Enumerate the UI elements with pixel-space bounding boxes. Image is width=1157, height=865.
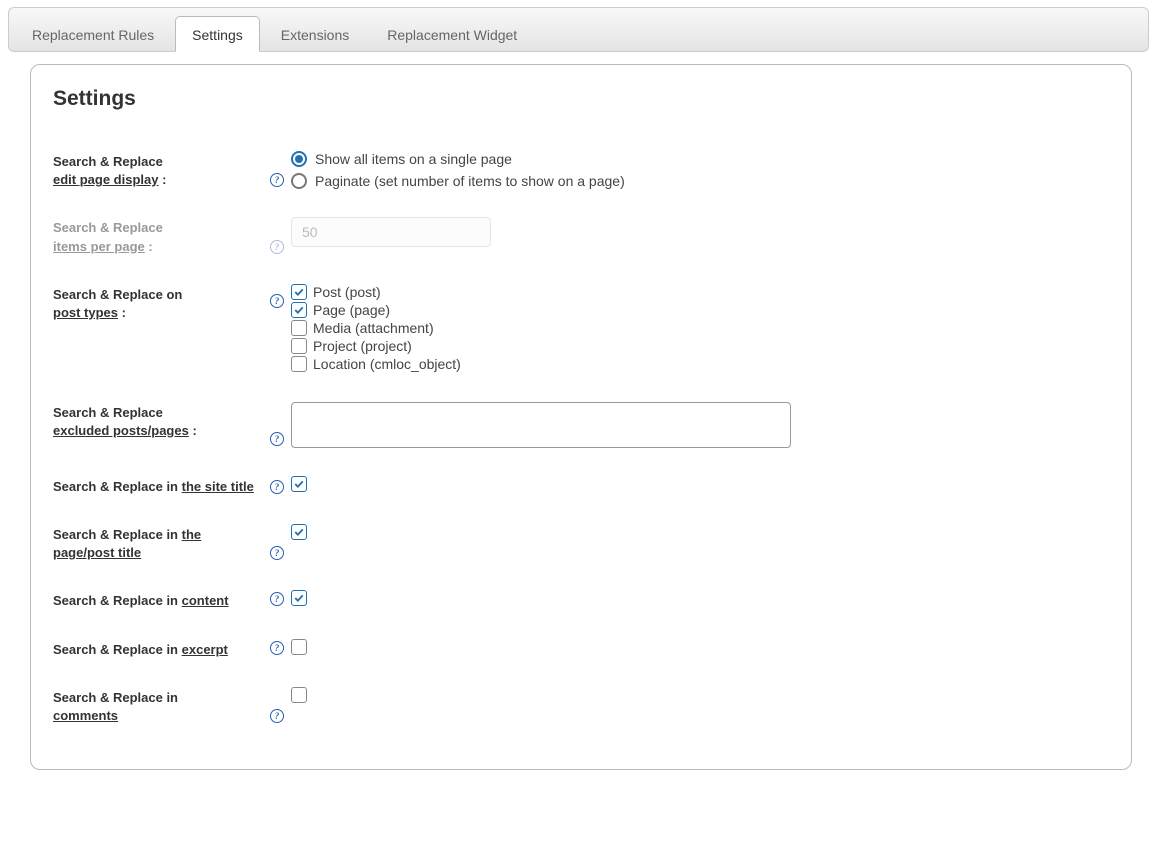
label-site-title: Search & Replace in the site title (53, 476, 263, 496)
radio-paginate-label: Paginate (set number of items to show on… (315, 173, 625, 189)
row-post-types: Search & Replace on post types : ? Post … (53, 270, 1109, 388)
post-type-label: Project (project) (313, 338, 412, 354)
checkbox-site-title[interactable] (291, 476, 307, 492)
checkbox-post-type-1[interactable] (291, 302, 307, 318)
help-icon[interactable]: ? (270, 592, 284, 606)
row-excluded: Search & Replace excluded posts/pages : … (53, 388, 1109, 462)
tab-settings[interactable]: Settings (175, 16, 260, 52)
checkbox-post-type-3[interactable] (291, 338, 307, 354)
help-icon[interactable]: ? (270, 641, 284, 655)
label-excluded: Search & Replace excluded posts/pages : (53, 402, 263, 440)
row-post-title: Search & Replace in the page/post title … (53, 510, 1109, 576)
label-post-types: Search & Replace on post types : (53, 284, 263, 322)
page-title: Settings (53, 87, 1109, 111)
post-type-label: Location (cmloc_object) (313, 356, 461, 372)
checkbox-post-title[interactable] (291, 524, 307, 540)
help-icon[interactable]: ? (270, 173, 284, 187)
tab-replacement-widget[interactable]: Replacement Widget (370, 16, 534, 51)
checkbox-post-type-2[interactable] (291, 320, 307, 336)
row-excerpt: Search & Replace in excerpt ? (53, 625, 1109, 673)
row-comments: Search & Replace in comments ? (53, 673, 1109, 739)
label-post-title: Search & Replace in the page/post title (53, 524, 263, 562)
checkbox-post-type-4[interactable] (291, 356, 307, 372)
label-content: Search & Replace in content (53, 590, 263, 610)
post-type-label: Page (page) (313, 302, 390, 318)
label-edit-page-display: Search & Replace edit page display : (53, 151, 263, 189)
help-icon[interactable]: ? (270, 240, 284, 254)
post-type-label: Post (post) (313, 284, 381, 300)
tab-bar: Replacement Rules Settings Extensions Re… (8, 7, 1149, 52)
tab-extensions[interactable]: Extensions (264, 16, 366, 51)
radio-paginate[interactable] (291, 173, 307, 189)
settings-panel: Settings Search & Replace edit page disp… (30, 64, 1132, 770)
row-edit-page-display: Search & Replace edit page display : ? S… (53, 137, 1109, 203)
label-comments: Search & Replace in comments (53, 687, 263, 725)
help-icon[interactable]: ? (270, 294, 284, 308)
radio-show-all-label: Show all items on a single page (315, 151, 512, 167)
help-icon[interactable]: ? (270, 432, 284, 446)
checkbox-comments[interactable] (291, 687, 307, 703)
row-items-per-page: Search & Replace items per page : ? (53, 203, 1109, 269)
tab-replacement-rules[interactable]: Replacement Rules (15, 16, 171, 51)
checkbox-content[interactable] (291, 590, 307, 606)
help-icon[interactable]: ? (270, 546, 284, 560)
excluded-input[interactable] (291, 402, 791, 448)
post-type-label: Media (attachment) (313, 320, 434, 336)
radio-show-all[interactable] (291, 151, 307, 167)
row-site-title: Search & Replace in the site title ? (53, 462, 1109, 510)
help-icon[interactable]: ? (270, 709, 284, 723)
help-icon[interactable]: ? (270, 480, 284, 494)
checkbox-post-type-0[interactable] (291, 284, 307, 300)
label-excerpt: Search & Replace in excerpt (53, 639, 263, 659)
label-items-per-page: Search & Replace items per page : (53, 217, 263, 255)
post-types-list: Post (post) Page (page) Media (attachment)… (291, 284, 1109, 374)
row-content: Search & Replace in content ? (53, 576, 1109, 624)
items-per-page-input[interactable] (291, 217, 491, 247)
checkbox-excerpt[interactable] (291, 639, 307, 655)
